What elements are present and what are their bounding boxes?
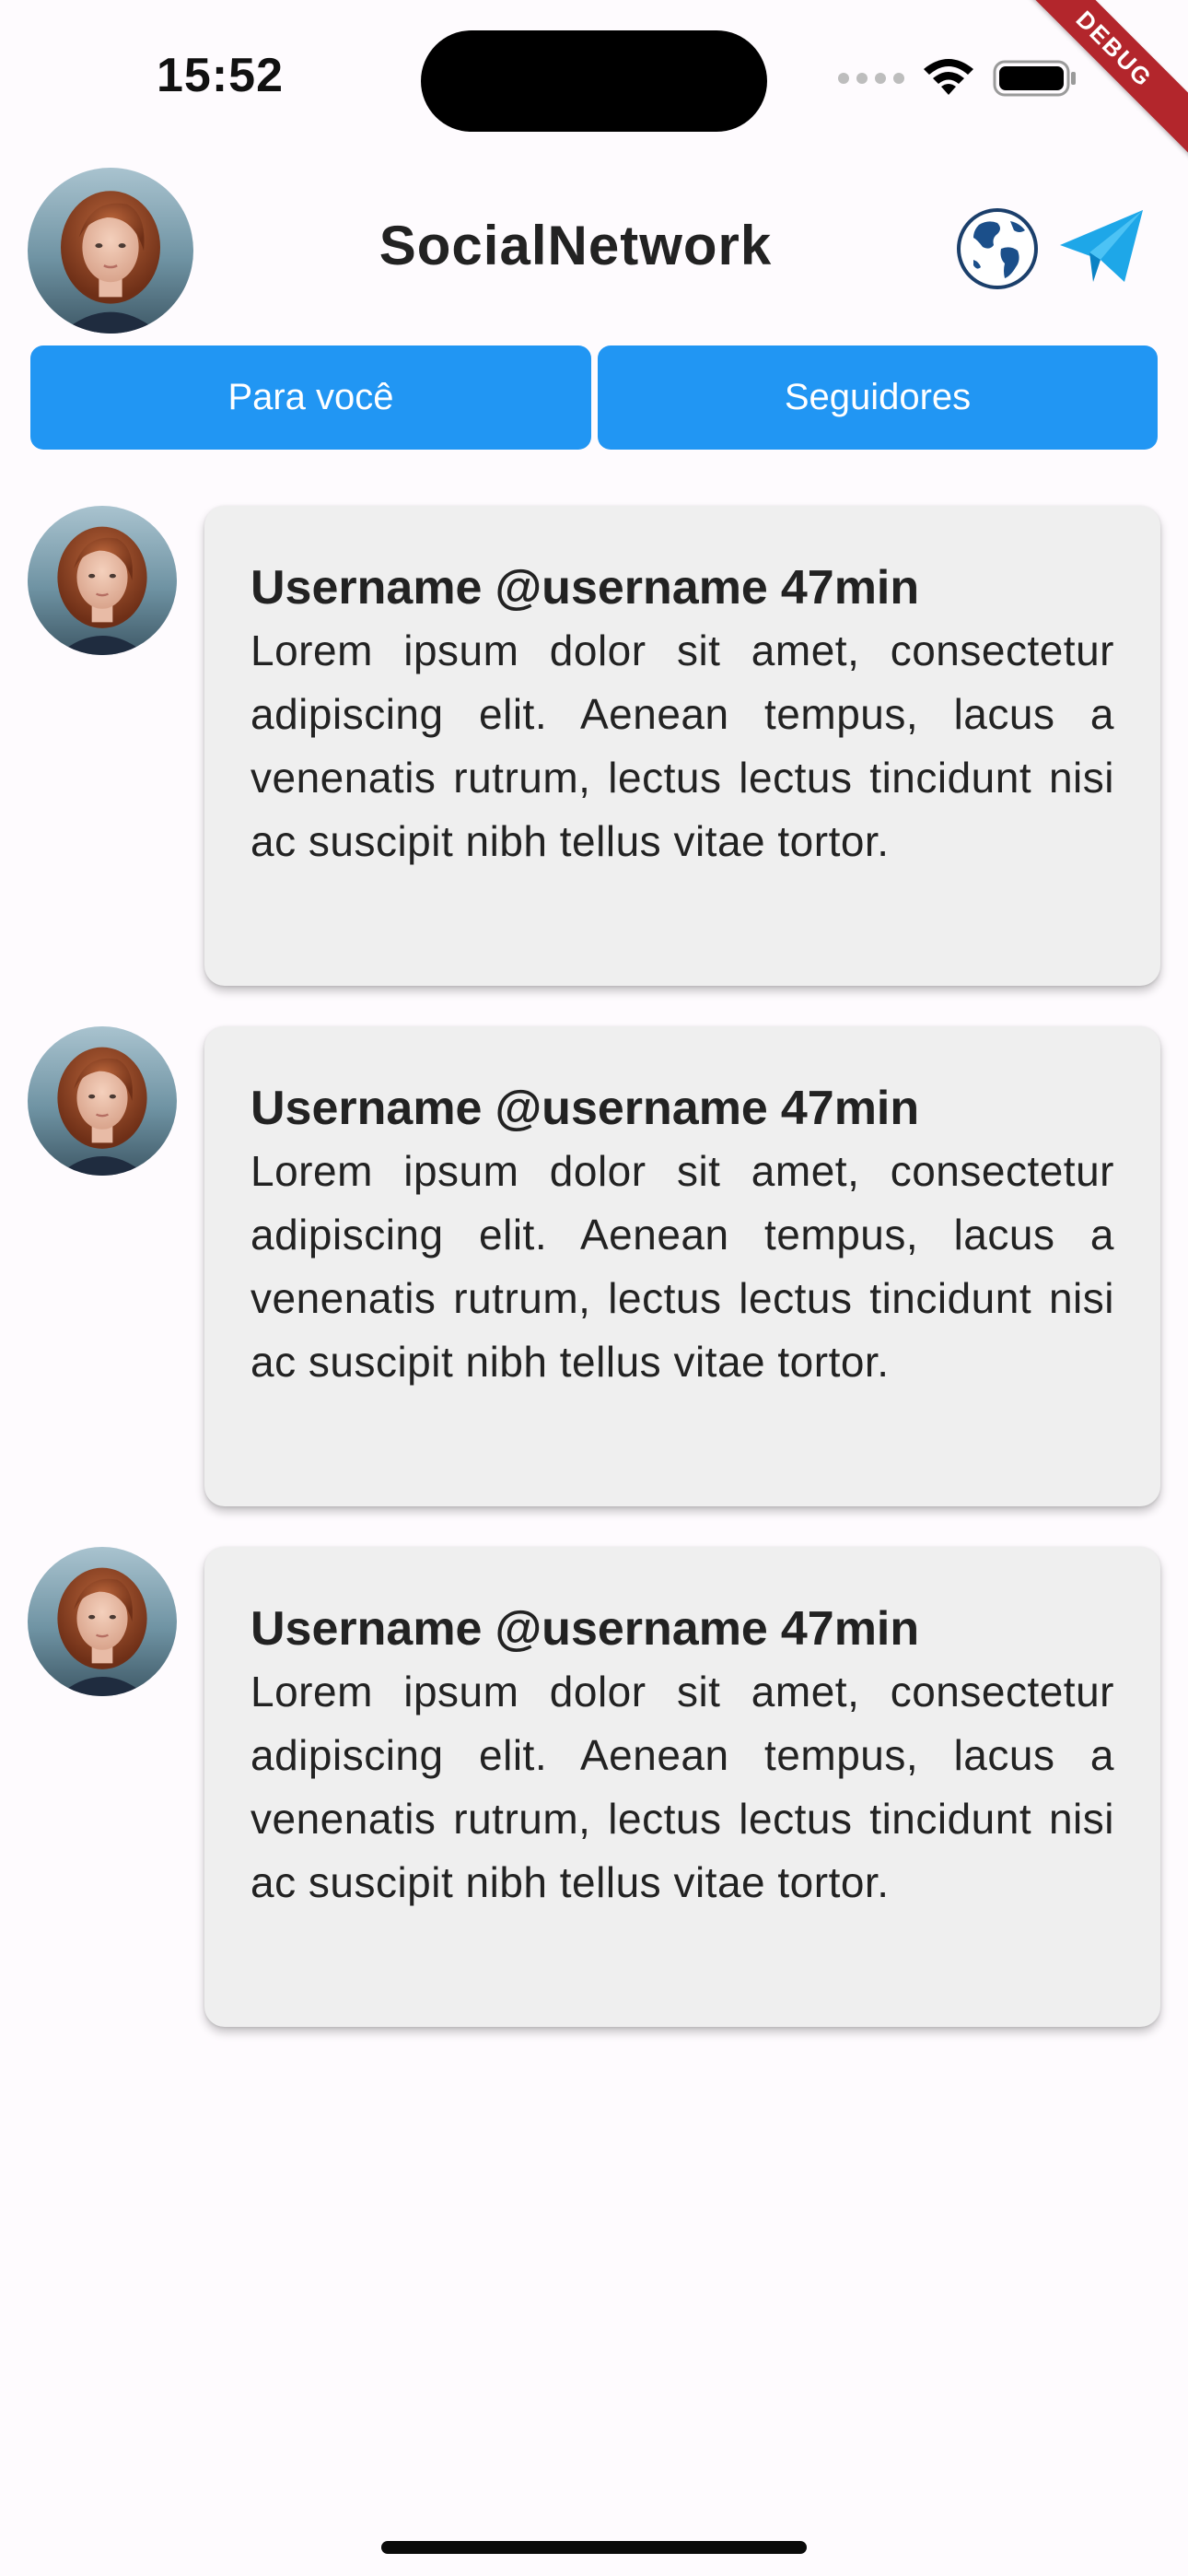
profile-avatar[interactable] (28, 168, 193, 334)
post-header: Username @username 47min (250, 1598, 1114, 1660)
post-display-name: Username (250, 1082, 483, 1135)
post-card[interactable]: Username @username 47min Lorem ipsum dolor… (204, 1026, 1160, 1506)
globe-icon[interactable] (955, 206, 1040, 291)
post-card[interactable]: Username @username 47min Lorem ipsum dolor… (204, 1547, 1160, 2027)
post-avatar[interactable] (28, 1547, 177, 1696)
post-display-name: Username (250, 1602, 483, 1656)
post-body: Lorem ipsum dolor sit amet, consectetur … (250, 626, 1114, 865)
post-time: 47min (780, 1602, 920, 1656)
post-time: 47min (780, 561, 920, 615)
wifi-icon (924, 59, 973, 95)
tab-seguidores[interactable]: Seguidores (598, 345, 1158, 450)
home-indicator (381, 2541, 807, 2554)
post-item: Username @username 47min Lorem ipsum dolor… (0, 1547, 1188, 2029)
post-display-name: Username (250, 561, 483, 615)
post-item: Username @username 47min Lorem ipsum dolor… (0, 1026, 1188, 1508)
status-icons (838, 55, 1077, 101)
post-item: Username @username 47min Lorem ipsum dolor… (0, 506, 1188, 988)
status-time: 15:52 (157, 49, 284, 102)
post-body: Lorem ipsum dolor sit amet, consectetur … (250, 1668, 1114, 1906)
post-header: Username @username 47min (250, 1077, 1114, 1140)
post-handle: @username (495, 1082, 768, 1135)
paper-plane-icon[interactable] (1056, 205, 1147, 289)
post-avatar[interactable] (28, 506, 177, 655)
dynamic-island (421, 30, 767, 132)
post-handle: @username (495, 1602, 768, 1656)
post-card[interactable]: Username @username 47min Lorem ipsum dolor… (204, 506, 1160, 986)
post-avatar[interactable] (28, 1026, 177, 1176)
post-time: 47min (780, 1082, 920, 1135)
battery-icon (993, 60, 1076, 97)
app-title: SocialNetwork (379, 215, 773, 276)
tab-para-voce[interactable]: Para você (30, 345, 591, 450)
post-body: Lorem ipsum dolor sit amet, consectetur … (250, 1147, 1114, 1386)
post-handle: @username (495, 561, 768, 615)
post-header: Username @username 47min (250, 556, 1114, 619)
cellular-signal-icon (838, 73, 904, 84)
